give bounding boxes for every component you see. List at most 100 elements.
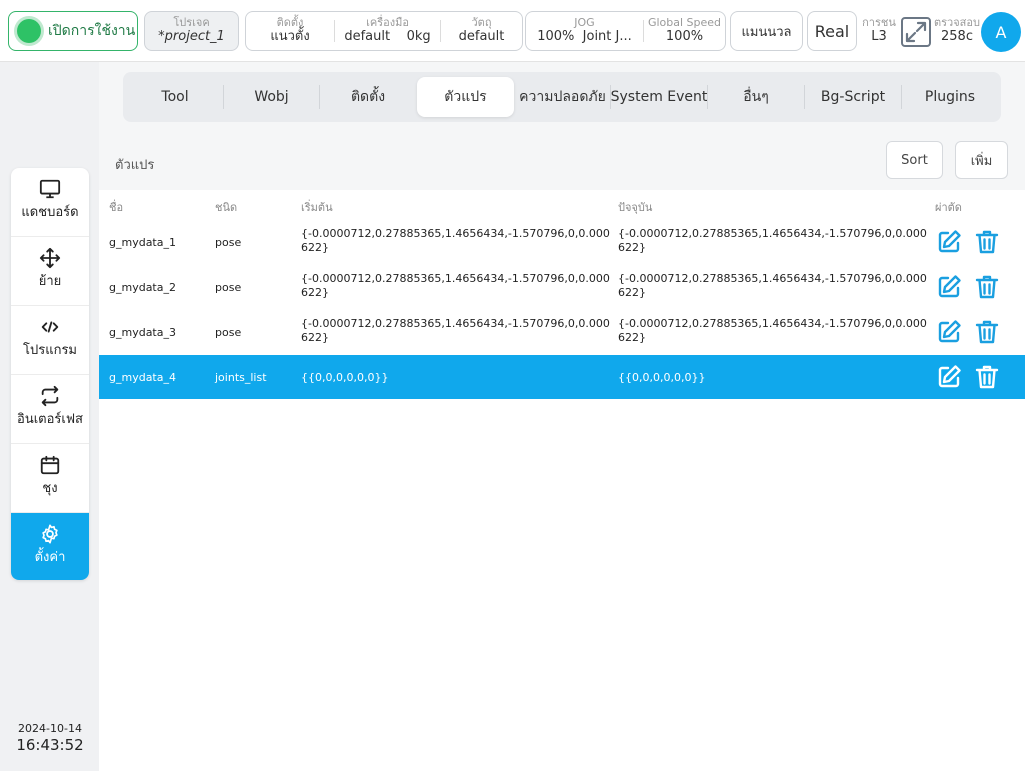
cell-name: g_mydata_2 xyxy=(109,281,176,294)
check-status[interactable]: ตรวจสอบ 258c xyxy=(933,14,981,45)
sidebar: แดชบอร์ด ย้าย โปรแกรม อินเตอร์เฟส ชุง ตั… xyxy=(11,168,89,580)
global-speed-value: 100% xyxy=(665,29,704,44)
sidebar-item-label: ชุง xyxy=(42,481,58,496)
edit-icon[interactable] xyxy=(936,319,962,345)
interface-icon xyxy=(41,385,59,407)
enable-button[interactable]: เปิดการใช้งาน xyxy=(8,11,138,51)
move-icon xyxy=(39,247,61,269)
jog-segment[interactable]: JOG 100% Joint J... xyxy=(526,12,643,50)
global-speed-segment[interactable]: Global Speed 100% xyxy=(644,12,725,50)
cell-current: {-0.0000712,0.27885365,1.4656434,-1.5707… xyxy=(618,317,927,344)
datetime: 2024-10-14 16:43:52 xyxy=(8,722,92,754)
section-header: ตัวแปร Sort เพิ่ม xyxy=(99,132,1025,190)
project-selector[interactable]: โปรเจค *project_1 xyxy=(144,11,239,51)
table-row[interactable]: g_mydata_1 pose {-0.0000712,0.27885365,1… xyxy=(99,220,1025,264)
tab-bg-script[interactable]: Bg-Script xyxy=(805,77,901,117)
cell-type: pose xyxy=(215,326,242,339)
tool-value: default xyxy=(344,29,391,44)
install-tool-object-panel[interactable]: ติดตั้ง แนวตั้ง เครื่องมือ default 0kg ว… xyxy=(245,11,523,51)
install-label: ติดตั้ง xyxy=(276,16,304,29)
object-label: วัตถุ xyxy=(471,16,492,29)
code-icon xyxy=(41,321,59,333)
delete-icon[interactable] xyxy=(974,274,1000,300)
sidebar-item-label: แดชบอร์ด xyxy=(21,205,79,220)
jog-speed: 100% xyxy=(537,29,575,44)
settings-tabs: Tool Wobj ติดตั้ง ตัวแปร ความปลอดภัย Sys… xyxy=(123,72,1001,122)
sort-button[interactable]: Sort xyxy=(886,141,943,179)
object-segment[interactable]: วัตถุ default xyxy=(441,12,522,50)
cell-initial: {{0,0,0,0,0,0}} xyxy=(301,371,389,384)
calendar-icon xyxy=(40,455,60,475)
cell-name: g_mydata_3 xyxy=(109,326,176,339)
delete-icon[interactable] xyxy=(974,229,1000,255)
cell-initial: {-0.0000712,0.27885365,1.4656434,-1.5707… xyxy=(301,317,610,344)
global-speed-label: Global Speed xyxy=(647,16,722,29)
sidebar-item-label: อินเตอร์เฟส xyxy=(17,412,83,427)
tab-tool[interactable]: Tool xyxy=(127,77,223,117)
header-current: ปัจจุบัน xyxy=(618,201,653,214)
delete-icon[interactable] xyxy=(974,364,1000,390)
sidebar-item-move[interactable]: ย้าย xyxy=(11,237,89,306)
cell-initial: {-0.0000712,0.27885365,1.4656434,-1.5707… xyxy=(301,227,610,254)
cell-type: pose xyxy=(215,236,242,249)
expand-icon[interactable] xyxy=(901,17,931,47)
table-row[interactable]: g_mydata_3 pose {-0.0000712,0.27885365,1… xyxy=(99,310,1025,354)
collision-value: L3 xyxy=(871,29,887,44)
gear-icon xyxy=(42,524,58,544)
install-value: แนวตั้ง xyxy=(270,29,310,44)
header-initial: เริ่มต้น xyxy=(301,201,333,214)
tool-label: เครื่องมือ xyxy=(366,16,409,29)
avatar[interactable]: A xyxy=(981,12,1021,52)
tab-safety[interactable]: ความปลอดภัย xyxy=(515,77,610,117)
top-bar: เปิดการใช้งาน โปรเจค *project_1 ติดตั้ง … xyxy=(0,0,1025,62)
tab-install[interactable]: ติดตั้ง xyxy=(320,77,416,117)
jog-speed-panel[interactable]: JOG 100% Joint J... Global Speed 100% xyxy=(525,11,726,51)
sidebar-item-interface[interactable]: อินเตอร์เฟส xyxy=(11,375,89,444)
tool-mass: 0kg xyxy=(406,29,431,44)
cell-name: g_mydata_4 xyxy=(109,371,176,384)
header-actions: ผ่าตัด xyxy=(935,201,962,214)
manual-mode-button[interactable]: แมนนวล xyxy=(730,11,803,51)
sidebar-item-dashboard[interactable]: แดชบอร์ด xyxy=(11,168,89,237)
tool-segment[interactable]: เครื่องมือ default 0kg xyxy=(335,12,440,50)
cell-type: joints_list xyxy=(215,371,267,384)
tab-system-event[interactable]: System Event xyxy=(611,77,707,117)
check-label: ตรวจสอบ xyxy=(934,16,980,29)
cell-type: pose xyxy=(215,281,242,294)
table-row[interactable]: g_mydata_2 pose {-0.0000712,0.27885365,1… xyxy=(99,265,1025,309)
tab-other[interactable]: อื่นๆ xyxy=(708,77,804,117)
sidebar-item-schedule[interactable]: ชุง xyxy=(11,444,89,513)
tab-wobj[interactable]: Wobj xyxy=(224,77,319,117)
jog-label: JOG xyxy=(574,16,595,29)
sidebar-item-label: ตั้งค่า xyxy=(34,550,66,565)
status-dot-icon xyxy=(17,19,41,43)
main-panel: Tool Wobj ติดตั้ง ตัวแปร ความปลอดภัย Sys… xyxy=(99,62,1025,771)
cell-current: {{0,0,0,0,0,0}} xyxy=(618,371,706,384)
install-segment[interactable]: ติดตั้ง แนวตั้ง xyxy=(246,12,334,50)
collision-level[interactable]: การชน L3 xyxy=(861,14,897,45)
sidebar-item-label: โปรแกรม xyxy=(22,343,78,358)
tab-variables[interactable]: ตัวแปร xyxy=(417,77,514,117)
cell-initial: {-0.0000712,0.27885365,1.4656434,-1.5707… xyxy=(301,272,610,299)
time: 16:43:52 xyxy=(16,736,84,754)
check-value: 258c xyxy=(941,29,973,44)
tab-plugins[interactable]: Plugins xyxy=(902,77,998,117)
delete-icon[interactable] xyxy=(974,319,1000,345)
sidebar-item-settings[interactable]: ตั้งค่า xyxy=(11,513,89,580)
sidebar-item-program[interactable]: โปรแกรม xyxy=(11,306,89,375)
collision-label: การชน xyxy=(862,16,896,29)
monitor-icon xyxy=(39,179,61,199)
date: 2024-10-14 xyxy=(18,722,82,735)
cell-current: {-0.0000712,0.27885365,1.4656434,-1.5707… xyxy=(618,227,927,254)
edit-icon[interactable] xyxy=(936,274,962,300)
object-value: default xyxy=(458,29,505,44)
table-row-selected[interactable]: g_mydata_4 joints_list {{0,0,0,0,0,0}} {… xyxy=(99,355,1025,399)
real-mode-button[interactable]: Real xyxy=(807,11,857,51)
add-variable-button[interactable]: เพิ่ม xyxy=(955,141,1008,179)
project-label: โปรเจค xyxy=(173,16,210,29)
header-name: ชื่อ xyxy=(109,201,124,214)
section-title: ตัวแปร xyxy=(115,158,155,173)
edit-icon[interactable] xyxy=(936,364,962,390)
cell-name: g_mydata_1 xyxy=(109,236,176,249)
edit-icon[interactable] xyxy=(936,229,962,255)
